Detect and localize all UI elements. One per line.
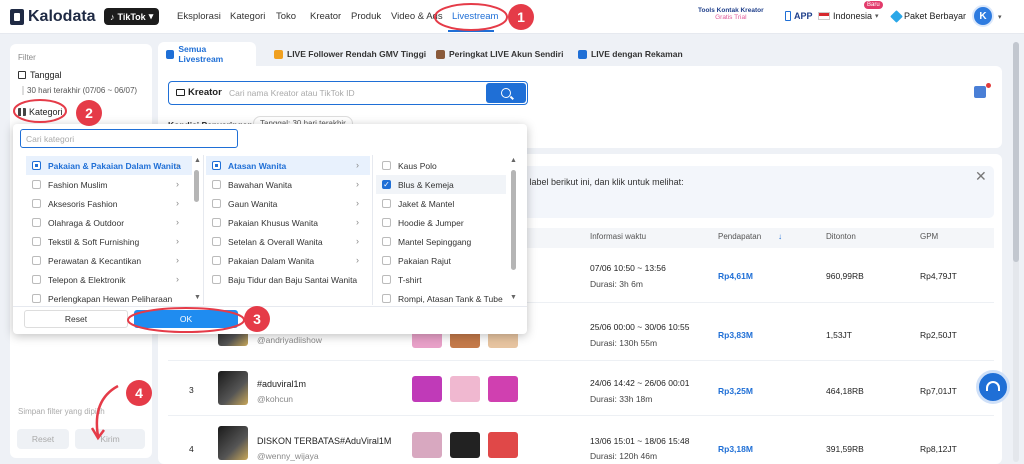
- step-badge-2: 2: [76, 100, 102, 126]
- step-badge-1: 1: [508, 4, 534, 30]
- annotation-overlay: [13, 3, 508, 441]
- arrow-icon: [95, 384, 119, 437]
- highlight-ring: [127, 307, 245, 333]
- highlight-ring: [434, 3, 508, 31]
- step-badge-3: 3: [244, 306, 270, 332]
- highlight-ring: [13, 99, 67, 123]
- step-badge-4: 4: [126, 380, 152, 406]
